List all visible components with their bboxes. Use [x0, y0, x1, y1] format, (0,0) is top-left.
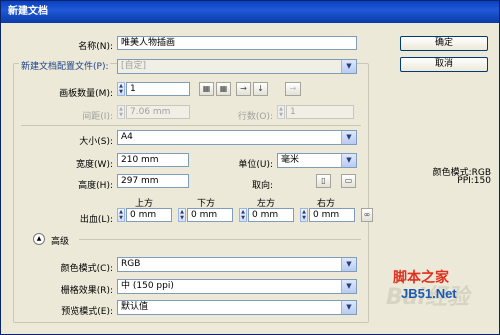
chevron-down-icon: ▼	[341, 301, 356, 314]
size-label: 大小(S):	[79, 137, 113, 147]
arrange-by-row-icon[interactable]: →	[236, 82, 251, 96]
bleed-top-stepper[interactable]: ▲ ▼	[117, 208, 125, 222]
bleed-bottom-stepper[interactable]: ▲ ▼	[178, 208, 186, 222]
preview-label: 预览模式(E):	[61, 307, 113, 317]
ok-button[interactable]: 确定	[400, 36, 488, 51]
bleed-left-input[interactable]: 0 mm	[248, 208, 294, 222]
link-chain-icon[interactable]: ∞	[361, 208, 373, 222]
name-label: 名称(N):	[78, 42, 113, 52]
right-to-left-icon[interactable]: →	[285, 82, 301, 96]
columns-stepper[interactable]: ▲ ▼	[277, 105, 285, 119]
units-label: 单位(U):	[238, 160, 273, 170]
units-value: 毫米	[281, 155, 300, 165]
units-select[interactable]: 毫米 ▼	[277, 153, 357, 168]
spacing-input[interactable]: 7.06 mm	[126, 105, 190, 119]
orientation-label: 取向:	[251, 181, 273, 191]
bleed-label: 出血(L):	[79, 215, 113, 225]
bleed-top-input[interactable]: 0 mm	[126, 208, 172, 222]
color-mode-select[interactable]: RGB ▼	[117, 257, 357, 272]
size-value: A4	[121, 132, 133, 142]
bleed-bottom-input[interactable]: 0 mm	[187, 208, 233, 222]
portrait-icon[interactable]: ▯	[316, 174, 331, 188]
color-mode-value: RGB	[121, 259, 141, 269]
artboards-label: 画板数量(M):	[59, 89, 113, 99]
size-select[interactable]: A4 ▼	[117, 130, 357, 145]
grid-by-row-icon[interactable]: ▦	[199, 82, 214, 96]
grid-by-column-icon[interactable]: ▦	[216, 82, 231, 96]
profile-select[interactable]: [自定] ▼	[117, 59, 357, 74]
raster-select[interactable]: 中 (150 ppi) ▼	[117, 279, 357, 294]
new-document-dialog: 新建文档 名称(N): 唯美人物插画 确定 取消 新建文档配置文件(P): [自…	[0, 0, 500, 335]
bleed-right-stepper[interactable]: ▲ ▼	[300, 208, 308, 222]
bleed-right-input[interactable]: 0 mm	[309, 208, 355, 222]
landscape-icon[interactable]: ▭	[341, 174, 356, 188]
divider	[21, 125, 361, 126]
chevron-down-icon: ▼	[341, 258, 356, 271]
collapse-up-icon[interactable]: ▲	[33, 233, 45, 245]
profile-label: 新建文档配置文件(P):	[19, 59, 111, 72]
raster-label: 栅格效果(R):	[60, 286, 113, 296]
preview-value: 默认值	[121, 302, 149, 312]
spacing-label: 间距(I):	[82, 112, 113, 122]
artboards-stepper[interactable]: ▲ ▼	[117, 82, 125, 96]
preview-select[interactable]: 默认值 ▼	[117, 300, 357, 315]
width-input[interactable]: 210 mm	[117, 153, 189, 167]
chevron-down-icon: ▼	[341, 131, 356, 144]
cancel-button[interactable]: 取消	[400, 57, 488, 72]
arrange-by-column-icon[interactable]: ↓	[253, 82, 268, 96]
advanced-divider	[79, 239, 361, 240]
profile-value: [自定]	[121, 61, 147, 71]
height-label: 高度(H):	[78, 181, 113, 191]
chevron-down-icon: ▼	[341, 280, 356, 293]
columns-input[interactable]: 1	[286, 105, 354, 119]
spacing-stepper[interactable]: ▲ ▼	[117, 105, 125, 119]
bleed-left-stepper[interactable]: ▲ ▼	[239, 208, 247, 222]
artboards-input[interactable]: 1	[126, 82, 190, 96]
info-ppi: PPI:150	[457, 176, 491, 186]
advanced-header: 高级	[51, 237, 70, 247]
name-input[interactable]: 唯美人物插画	[117, 36, 357, 50]
columns-label: 行数(O):	[237, 112, 273, 122]
raster-value: 中 (150 ppi)	[121, 281, 174, 291]
watermark-site: JB51.Net	[401, 286, 457, 301]
height-input[interactable]: 297 mm	[117, 174, 189, 188]
color-mode-label: 颜色模式(C):	[60, 264, 113, 274]
watermark-brand: 脚本之家	[393, 270, 449, 286]
chevron-down-icon: ▼	[341, 60, 356, 73]
chevron-down-icon: ▼	[341, 154, 356, 167]
width-label: 宽度(W):	[76, 160, 113, 170]
dialog-title: 新建文档	[1, 1, 499, 23]
